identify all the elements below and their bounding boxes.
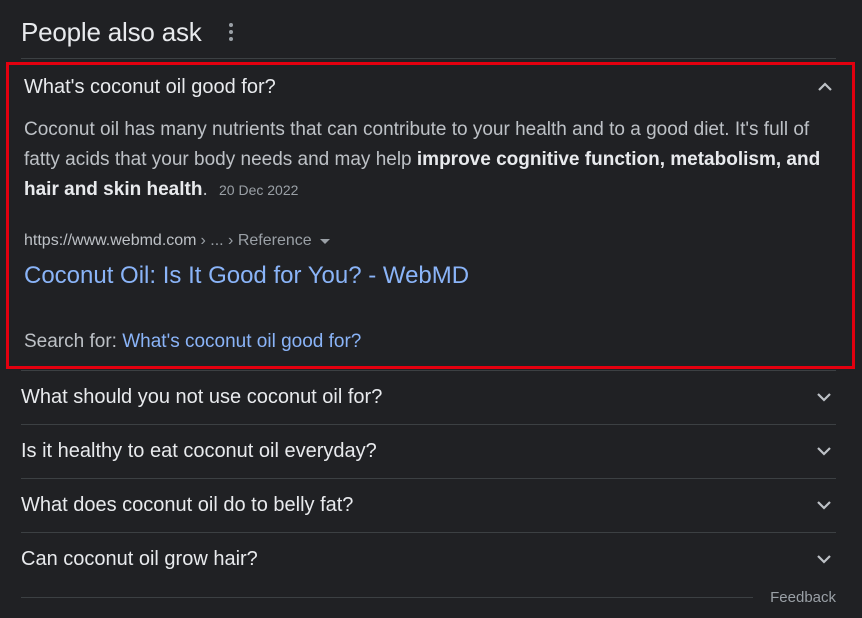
answer-text-end: .	[202, 179, 208, 200]
answer-snippet: Coconut oil has many nutrients that can …	[24, 115, 839, 205]
question-row[interactable]: Is it healthy to eat coconut oil everyda…	[21, 439, 836, 463]
question-row[interactable]: Can coconut oil grow hair?	[21, 547, 836, 571]
source-domain: https://www.webmd.com	[24, 232, 197, 249]
source-breadcrumb: https://www.webmd.com › ... › Reference	[24, 232, 330, 250]
answer-date: 20 Dec 2022	[219, 182, 299, 198]
search-for-link[interactable]: What's coconut oil good for?	[122, 331, 361, 352]
result-title-link[interactable]: Coconut Oil: Is It Good for You? - WebMD	[24, 262, 469, 290]
question-text: Can coconut oil grow hair?	[21, 547, 258, 570]
expanded-question-card: What's coconut oil good for? Coconut oil…	[6, 62, 855, 369]
section-title: People also ask	[21, 16, 202, 47]
question-toggle[interactable]: What's coconut oil good for?	[24, 75, 837, 99]
divider	[21, 58, 836, 59]
question-text: What should you not use coconut oil for?	[21, 385, 383, 408]
divider	[21, 478, 836, 479]
divider	[21, 532, 836, 533]
chevron-down-icon[interactable]	[812, 547, 836, 571]
people-also-ask-panel: People also ask What's coconut oil good …	[0, 0, 862, 618]
chevron-up-icon[interactable]	[813, 75, 837, 99]
source-path: › ... › Reference	[200, 232, 312, 249]
divider	[21, 424, 836, 425]
question-row[interactable]: What should you not use coconut oil for?	[21, 385, 836, 409]
question-text: What's coconut oil good for?	[24, 75, 276, 98]
header: People also ask	[21, 14, 234, 50]
search-for-label: Search for:	[24, 331, 117, 352]
question-row[interactable]: What does coconut oil do to belly fat?	[21, 493, 836, 517]
more-vert-icon[interactable]	[228, 23, 234, 41]
feedback-link[interactable]: Feedback	[770, 589, 836, 606]
chevron-down-icon[interactable]	[812, 439, 836, 463]
chevron-down-icon[interactable]	[812, 493, 836, 517]
divider	[21, 597, 753, 598]
search-for-line: Search for: What's coconut oil good for?	[24, 331, 361, 353]
question-text: What does coconut oil do to belly fat?	[21, 493, 354, 516]
question-text: Is it healthy to eat coconut oil everyda…	[21, 439, 377, 462]
caret-down-icon[interactable]	[319, 238, 330, 244]
divider	[21, 370, 836, 371]
chevron-down-icon[interactable]	[812, 385, 836, 409]
